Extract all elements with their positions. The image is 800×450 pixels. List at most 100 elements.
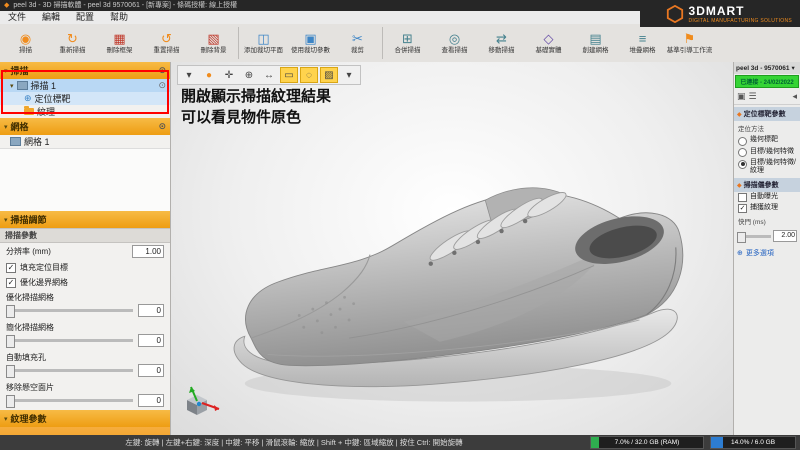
chevron-down-icon[interactable]: ▾ (791, 64, 794, 72)
brush-select-icon[interactable]: ▨ (320, 67, 338, 83)
remove-isolated-slider[interactable] (6, 399, 133, 402)
ram-meter: 7.0% / 32.0 GB (RAM) (590, 436, 704, 449)
lasso-select-icon[interactable]: ◌ (300, 67, 318, 83)
fill-holes-value[interactable]: 0 (138, 364, 164, 377)
scan-display-icon[interactable]: ● (200, 67, 218, 83)
collapse-caret-icon[interactable]: ▾ (4, 216, 8, 224)
guided-workflow-icon: ⚑ (684, 32, 696, 46)
settings-icon[interactable]: ☰ (749, 91, 757, 102)
trim-button[interactable]: ✂裁剪 (334, 24, 381, 62)
tree-item-texture[interactable]: 紋理 (0, 105, 170, 118)
auto-exposure-checkbox[interactable] (738, 193, 747, 202)
eye-icon[interactable]: ⊙ (158, 65, 166, 76)
merge-scans-button[interactable]: ⊞合併掃描 (384, 24, 431, 62)
camera-icon[interactable]: ▣ (737, 91, 746, 102)
device-title-bar[interactable]: peel 3d - 9570061 ▾ (734, 62, 800, 74)
create-mesh-button[interactable]: ▤創建網格 (572, 24, 619, 62)
remove-isolated-slider-row: 0 (0, 393, 170, 410)
rectangle-select-icon[interactable]: ▭ (280, 67, 298, 83)
capture-texture-row[interactable]: ✓ 捕獲紋理 (734, 203, 800, 214)
slider-thumb[interactable] (6, 395, 15, 408)
crosshair-icon[interactable]: ✛ (220, 67, 238, 83)
positioning-params-header[interactable]: ◆ 定位標靶參數 (734, 107, 800, 121)
orientation-gizmo[interactable] (181, 383, 223, 423)
slider-thumb[interactable] (6, 365, 15, 378)
fill-targets-row[interactable]: ✓ 填充定位目標 (0, 260, 170, 275)
remove-isolated-value[interactable]: 0 (138, 394, 164, 407)
slider-thumb[interactable] (737, 232, 746, 243)
view-options-dropdown[interactable]: ▾ (180, 67, 198, 83)
menu-config[interactable]: 配置 (68, 11, 102, 24)
eye-icon[interactable]: ⊙ (158, 121, 166, 132)
optimize-mesh-value[interactable]: 0 (138, 304, 164, 317)
slider-thumb[interactable] (6, 305, 15, 318)
optimize-boundary-checkbox[interactable]: ✓ (6, 278, 16, 288)
use-clipping-params-button[interactable]: ▣使用裁切參數 (287, 24, 334, 62)
scan-params-subheader: 掃描參數 (0, 228, 170, 243)
fill-targets-checkbox[interactable]: ✓ (6, 263, 16, 273)
delete-background-button[interactable]: ▧刪除背景 (190, 24, 237, 62)
capture-texture-checkbox[interactable]: ✓ (738, 204, 747, 213)
fill-holes-label: 自動填充孔 (0, 350, 170, 363)
view-scan-button[interactable]: ◎查看掃描 (431, 24, 478, 62)
option-targets-geometry-texture[interactable]: x 目標/幾何特徵/紋理 (734, 158, 800, 176)
mesh-section-header[interactable]: ▾ 網格 ⊙ (0, 118, 170, 135)
targets-geometry-radio[interactable] (738, 148, 747, 157)
collapse-caret-icon[interactable]: ▾ (4, 67, 8, 75)
optimize-mesh-slider[interactable] (6, 309, 133, 312)
auto-exposure-row[interactable]: 自動曝光 (734, 192, 800, 203)
scan-adjust-header[interactable]: ▾ 掃描調節 (0, 211, 170, 228)
resolution-input[interactable]: 1.00 (132, 245, 164, 258)
slider-thumb[interactable] (6, 335, 15, 348)
texture-params-title: 紋理參數 (11, 412, 47, 425)
menu-file[interactable]: 文件 (0, 11, 34, 24)
tree-item-scan1[interactable]: ▾ 掃描 1 ⊙ (0, 79, 170, 92)
texture-params-header[interactable]: ▾ 紋理參數 (0, 410, 170, 427)
shutter-slider[interactable] (737, 235, 771, 238)
delete-frame-button[interactable]: ▦刪除框架 (96, 24, 143, 62)
optimize-boundary-row[interactable]: ✓ 優化邊界網格 (0, 275, 170, 290)
gpu-meter-text: 14.0% / 6.0 GB (711, 437, 795, 448)
simplify-mesh-value[interactable]: 0 (138, 334, 164, 347)
tree-item-targets[interactable]: ⊕ 定位標靶 (0, 92, 170, 105)
device-icons-row: ▣ ☰ ◂ (734, 89, 800, 105)
move-tool-icon[interactable]: ↔ (260, 67, 278, 83)
tree-item-mesh1[interactable]: 網格 1 (0, 135, 170, 148)
scanner-params-header[interactable]: ◆ 掃描儀參數 (734, 178, 800, 192)
brand-logo: 3DMART DIGITAL MANUFACTURING SOLUTIONS (640, 0, 800, 27)
reset-scan-icon: ↺ (161, 32, 172, 46)
move-scan-button[interactable]: ⇄移動掃描 (478, 24, 525, 62)
menu-help[interactable]: 幫助 (102, 11, 136, 24)
guided-workflow-button[interactable]: ⚑基準引導工作流 (666, 24, 713, 62)
targets-geometry-texture-radio[interactable]: x (738, 160, 747, 169)
rescan-button[interactable]: ↻重新掃描 (49, 24, 96, 62)
targets-radio[interactable] (738, 137, 747, 146)
eye-icon[interactable]: ⊙ (158, 80, 166, 91)
viewport-canvas[interactable]: ▾ ● ✛ ⊕ ↔ ▭ ◌ ▨ ▾ 開啟顯示掃描紋理結果 可以看見物件原色 (171, 62, 733, 435)
right-panel: peel 3d - 9570061 ▾ 已連接 - 24/02/2022 ▣ ☰… (733, 62, 800, 435)
collapse-caret-icon[interactable]: ▾ (4, 415, 8, 423)
more-options-link[interactable]: ⊕ 更多選項 (734, 244, 800, 262)
collapse-panel-icon[interactable]: ◂ (792, 91, 797, 102)
collapse-caret-icon[interactable]: ▾ (10, 82, 14, 90)
simplify-mesh-slider[interactable] (6, 339, 133, 342)
add-selection-icon[interactable]: ⊕ (240, 67, 258, 83)
texture-folder-icon (24, 108, 34, 115)
collapse-caret-icon[interactable]: ▾ (4, 123, 8, 131)
option-targets[interactable]: 幾何標靶 (734, 135, 800, 147)
fill-holes-slider[interactable] (6, 369, 133, 372)
menu-edit[interactable]: 編輯 (34, 11, 68, 24)
base-entity-button[interactable]: ◇基礎實體 (525, 24, 572, 62)
shutter-value-input[interactable]: 2.00 (773, 230, 797, 242)
add-clipping-plane-button[interactable]: ◫添加裁切平面 (240, 24, 287, 62)
auto-exposure-label: 自動曝光 (750, 193, 778, 201)
app-window: ◆ peel 3d - 3D 掃描軟體 - peel 3d 9570061 - … (0, 0, 800, 450)
option-targets-geometry[interactable]: 目標/幾何特徵 (734, 147, 800, 159)
stack-mesh-button[interactable]: ≡堆疊網格 (619, 24, 666, 62)
selection-dropdown[interactable]: ▾ (340, 67, 358, 83)
reset-scan-button[interactable]: ↺重置掃描 (143, 24, 190, 62)
scan-section-header[interactable]: ▾ 掃描 ⊙ (0, 62, 170, 79)
scan-icon: ◉ (20, 32, 31, 46)
stack-mesh-icon: ≡ (639, 32, 647, 46)
scan-button[interactable]: ◉掃描 (2, 24, 49, 62)
